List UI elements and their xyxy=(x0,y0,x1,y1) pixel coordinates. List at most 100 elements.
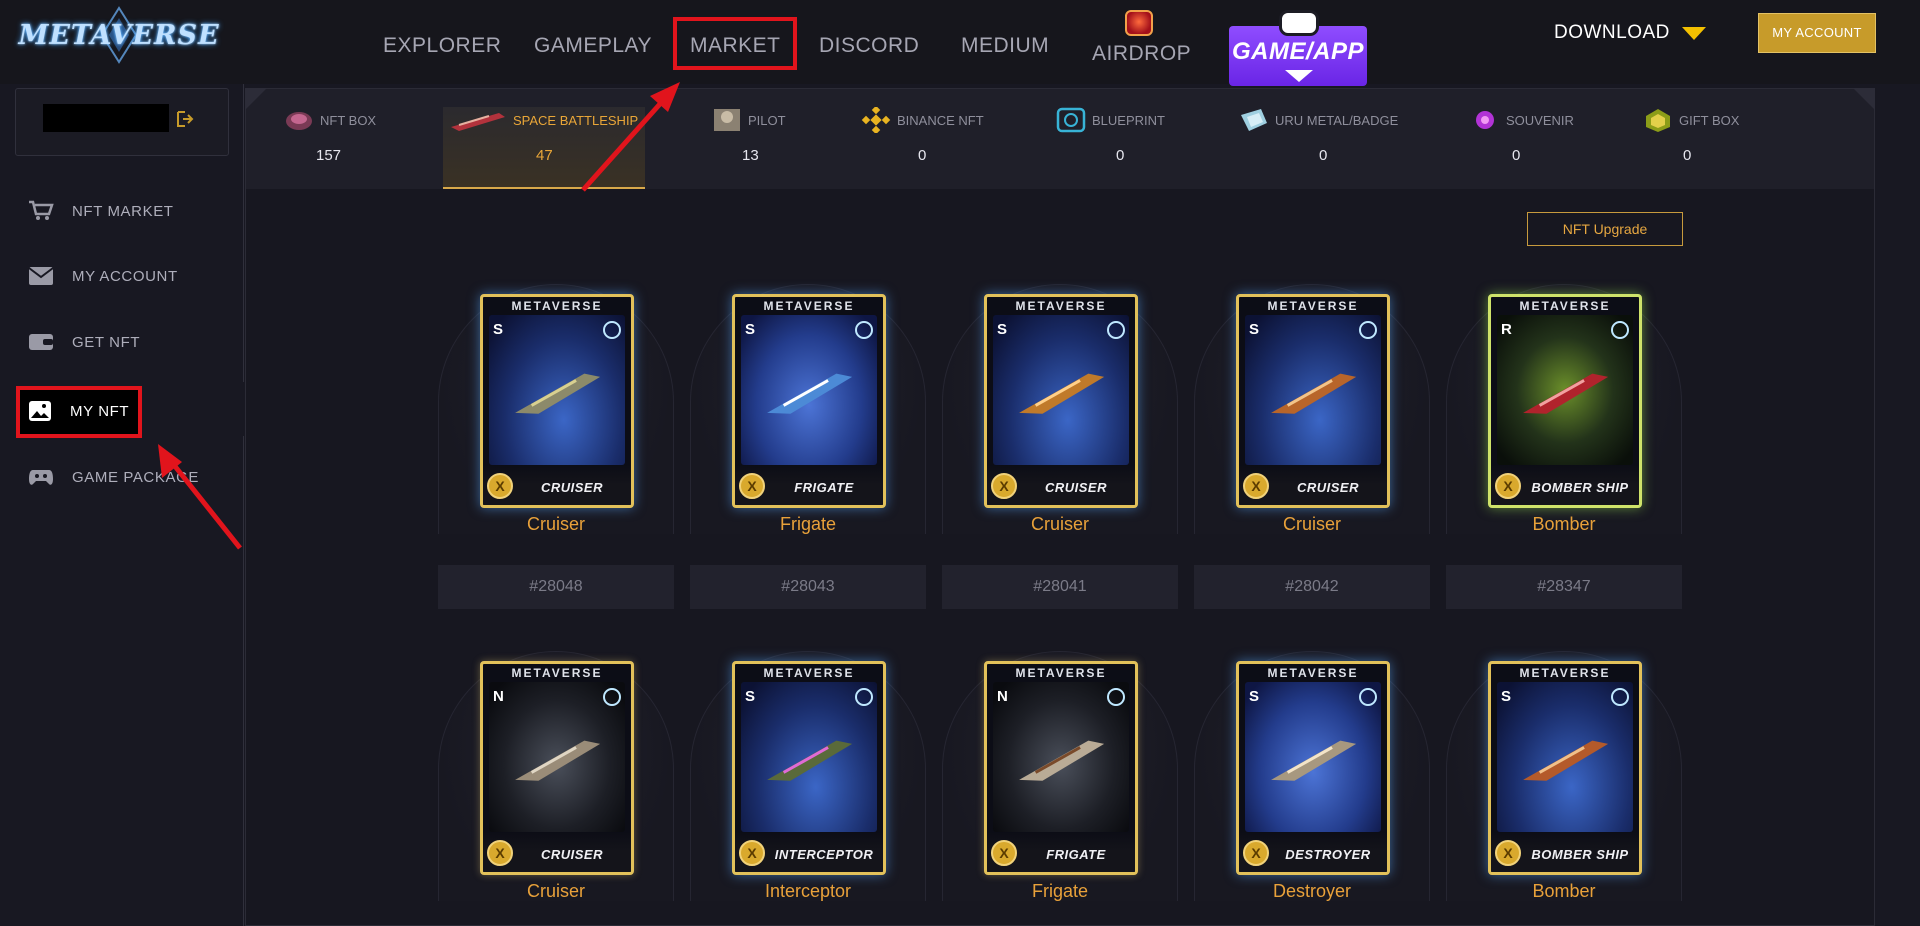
panel-corner xyxy=(245,88,267,110)
nft-card-item[interactable]: METAVERSE R X BOMBER SHIP Bomber #28347 xyxy=(1446,284,1682,619)
card-grade: S xyxy=(997,321,1008,338)
sidebar: NFT MARKET MY ACCOUNT GET NFT MY NFT GAM… xyxy=(0,84,244,926)
souvenir-icon xyxy=(1476,111,1494,129)
tab-label: NFT BOX xyxy=(320,112,377,128)
class-emblem-icon xyxy=(855,321,873,339)
card-ship-type: CRUISER xyxy=(1044,480,1107,495)
nav-explorer[interactable]: EXPLORER xyxy=(383,34,501,58)
card-ship-type: BOMBER SHIP xyxy=(1531,480,1629,495)
x-badge-icon: X xyxy=(739,840,765,866)
nft-card-item[interactable]: METAVERSE S X INTERCEPTOR Interceptor xyxy=(690,651,926,921)
nft-upgrade-button[interactable]: NFT Upgrade xyxy=(1527,212,1683,246)
metaverse-logo[interactable]: METAVERSE xyxy=(18,6,219,64)
gamepad-icon xyxy=(1279,10,1319,36)
tab-space-battleship[interactable]: SPACE BATTLESHIP 47 xyxy=(443,107,645,189)
sidebar-item-my-account[interactable]: MY ACCOUNT xyxy=(28,266,178,286)
blueprint-icon xyxy=(1056,107,1086,133)
nft-card-item[interactable]: METAVERSE S X CRUISER Cruiser #28041 xyxy=(942,284,1178,619)
card-brand: METAVERSE xyxy=(1015,299,1107,313)
x-badge-icon: X xyxy=(487,840,513,866)
class-emblem-icon xyxy=(855,688,873,706)
card-ship-type: DESTROYER xyxy=(1285,847,1371,862)
mail-icon xyxy=(28,267,54,285)
image-icon xyxy=(29,401,51,421)
tab-blueprint[interactable]: BLUEPRINT 0 xyxy=(1056,107,1176,189)
airdrop-chest-icon xyxy=(1125,10,1153,36)
nft-card-item[interactable]: METAVERSE N X CRUISER Cruiser xyxy=(438,651,674,921)
card-brand: METAVERSE xyxy=(1519,299,1611,313)
spaceship-icon xyxy=(1019,740,1105,781)
nft-card-image[interactable]: METAVERSE S X FRIGATE xyxy=(732,294,886,508)
nav-discord[interactable]: DISCORD xyxy=(819,34,919,58)
card-ship-type: CRUISER xyxy=(1296,480,1359,495)
nft-card-image[interactable]: METAVERSE S X DESTROYER xyxy=(1236,661,1390,875)
nft-card-image[interactable]: METAVERSE N X FRIGATE xyxy=(984,661,1138,875)
nft-card-image[interactable]: METAVERSE N X CRUISER xyxy=(480,661,634,875)
battleship-icon xyxy=(451,113,505,131)
sidebar-item-my-nft[interactable]: MY NFT xyxy=(28,400,129,422)
card-grade: N xyxy=(493,688,504,705)
download-menu[interactable]: DOWNLOAD xyxy=(1554,22,1706,44)
spaceship-icon xyxy=(1523,740,1609,781)
nav-gameplay[interactable]: GAMEPLAY xyxy=(534,34,652,58)
card-artwork xyxy=(993,315,1129,465)
nav-airdrop[interactable]: AIRDROP xyxy=(1092,42,1191,66)
class-emblem-icon xyxy=(603,688,621,706)
nft-card-item[interactable]: METAVERSE S X CRUISER Cruiser #28042 xyxy=(1194,284,1430,619)
tab-nft-box[interactable]: NFT BOX 157 xyxy=(284,107,394,189)
nft-card-image[interactable]: METAVERSE S X CRUISER xyxy=(1236,294,1390,508)
nft-card-image[interactable]: METAVERSE S X CRUISER xyxy=(480,294,634,508)
download-label: DOWNLOAD xyxy=(1554,22,1670,43)
tab-count: 13 xyxy=(742,147,759,164)
game-app-button[interactable]: GAME/APP xyxy=(1229,10,1367,86)
card-id: #28048 xyxy=(438,565,674,609)
logo-text: METAVERSE xyxy=(18,19,220,51)
sidebar-item-game-package[interactable]: GAME PACKAGE xyxy=(28,466,199,488)
tab-count: 47 xyxy=(536,147,553,164)
logout-icon[interactable] xyxy=(176,110,194,128)
sidebar-item-get-nft[interactable]: GET NFT xyxy=(28,332,140,352)
nft-card-item[interactable]: METAVERSE S X DESTROYER Destroyer xyxy=(1194,651,1430,921)
nft-card-image[interactable]: METAVERSE S X CRUISER xyxy=(984,294,1138,508)
card-grade: S xyxy=(1249,688,1260,705)
card-ship-type: FRIGATE xyxy=(794,480,854,495)
main-panel: NFT BOX 157 SPACE BATTLESHIP 47 PILOT 13… xyxy=(245,88,1875,926)
nft-card-image[interactable]: METAVERSE R X BOMBER SHIP xyxy=(1488,294,1642,508)
sidebar-item-label: GET NFT xyxy=(72,333,141,351)
nft-card-item[interactable]: METAVERSE S X CRUISER Cruiser #28048 xyxy=(438,284,674,619)
card-name: Cruiser xyxy=(526,881,585,901)
sidebar-item-nft-market[interactable]: NFT MARKET xyxy=(28,200,174,222)
card-name: Frigate xyxy=(779,514,837,534)
nft-category-tabs: NFT BOX 157 SPACE BATTLESHIP 47 PILOT 13… xyxy=(245,88,1875,189)
tab-label: URU METAL/BADGE xyxy=(1275,112,1399,128)
tab-binance-nft[interactable]: BINANCE NFT 0 xyxy=(861,107,1001,189)
card-grade: N xyxy=(997,688,1008,705)
nft-card-item[interactable]: METAVERSE S X FRIGATE Frigate #28043 xyxy=(690,284,926,619)
nft-card-image[interactable]: METAVERSE S X BOMBER SHIP xyxy=(1488,661,1642,875)
my-account-button[interactable]: MY ACCOUNT xyxy=(1758,13,1876,53)
nft-card-item[interactable]: METAVERSE N X FRIGATE Frigate xyxy=(942,651,1178,921)
x-badge-icon: X xyxy=(739,473,765,499)
card-grade: R xyxy=(1501,321,1512,338)
wallet-icon xyxy=(29,334,53,350)
nft-card-image[interactable]: METAVERSE S X INTERCEPTOR xyxy=(732,661,886,875)
tab-gift-box[interactable]: GIFT BOX 0 xyxy=(1643,107,1753,189)
card-artwork xyxy=(1245,315,1381,465)
card-ship-type: CRUISER xyxy=(540,480,603,495)
tab-label: BINANCE NFT xyxy=(897,112,984,128)
card-grade: S xyxy=(1501,688,1512,705)
redacted-username xyxy=(43,104,169,132)
tab-uru-metal-badge[interactable]: URU METAL/BADGE 0 xyxy=(1239,107,1419,189)
tab-souvenir[interactable]: SOUVENIR 0 xyxy=(1470,107,1590,189)
chevron-down-icon xyxy=(1681,26,1706,40)
nft-card-item[interactable]: METAVERSE S X BOMBER SHIP Bomber xyxy=(1446,651,1682,921)
x-badge-icon: X xyxy=(991,840,1017,866)
tab-pilot[interactable]: PILOT 13 xyxy=(712,107,812,189)
card-brand: METAVERSE xyxy=(1267,299,1359,313)
nav-medium[interactable]: MEDIUM xyxy=(961,34,1049,58)
card-artwork xyxy=(489,315,625,465)
sidebar-item-label: NFT MARKET xyxy=(72,202,174,220)
binance-icon xyxy=(861,107,891,133)
class-emblem-icon xyxy=(1107,688,1125,706)
card-id: #28042 xyxy=(1194,565,1430,609)
